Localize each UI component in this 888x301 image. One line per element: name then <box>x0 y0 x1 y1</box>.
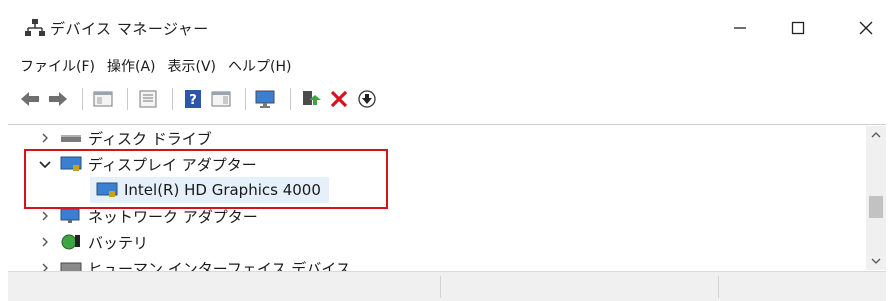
title-bar: デバイス マネージャー <box>0 0 888 52</box>
tree-item-label: ヒューマン インターフェイス デバイス <box>88 259 351 272</box>
toolbar-separator <box>82 88 83 110</box>
close-button[interactable] <box>848 14 884 42</box>
tree-item-human-interface-devices[interactable]: ヒューマン インターフェイス デバイス <box>36 255 351 271</box>
status-divider <box>440 276 441 298</box>
disable-device-icon <box>358 90 376 108</box>
device-manager-icon <box>24 18 46 38</box>
tree-item-disk-drives[interactable]: ディスク ドライブ <box>36 125 212 151</box>
scan-hardware-button[interactable] <box>254 87 278 111</box>
tree-item-batteries[interactable]: バッテリ <box>36 229 148 255</box>
tree-item-label: バッテリ <box>88 233 149 252</box>
chevron-right-icon[interactable] <box>36 207 54 225</box>
svg-text:?: ? <box>189 93 197 108</box>
menu-bar: ファイル(F) 操作(A) 表示(V) ヘルプ(H) <box>0 52 888 80</box>
status-divider <box>718 276 719 298</box>
menu-help[interactable]: ヘルプ(H) <box>228 56 303 76</box>
device-manager-window: デバイス マネージャー ファイル(F) 操作(A) 表示(V) ヘルプ(H) ?… <box>0 0 888 301</box>
minimize-icon <box>734 27 746 29</box>
battery-icon <box>60 233 82 251</box>
toolbar-separator <box>290 88 291 110</box>
tree-item-label: ディスク ドライブ <box>88 129 212 148</box>
chevron-right-icon[interactable] <box>36 129 54 147</box>
menu-view[interactable]: 表示(V) <box>168 56 229 76</box>
properties-icon <box>93 91 113 107</box>
properties-button[interactable] <box>91 87 115 111</box>
minimize-button[interactable] <box>722 14 758 42</box>
window-title: デバイス マネージャー <box>50 20 209 38</box>
disk-drive-icon <box>60 129 82 147</box>
menu-file[interactable]: ファイル(F) <box>20 56 107 76</box>
chevron-right-icon[interactable] <box>36 233 54 251</box>
highlight-annotation-box <box>24 149 388 209</box>
network-adapter-icon <box>60 207 82 225</box>
vertical-scrollbar[interactable] <box>866 126 886 270</box>
scroll-thumb[interactable] <box>869 196 883 218</box>
scan-hardware-icon <box>255 90 275 108</box>
forward-button[interactable] <box>46 87 70 111</box>
toolbar-separator <box>245 88 246 110</box>
scroll-up-icon[interactable] <box>866 126 886 144</box>
show-hide-console-tree-button[interactable] <box>136 87 160 111</box>
show-hide-console-tree-icon <box>139 90 157 108</box>
update-driver-button[interactable] <box>299 87 323 111</box>
uninstall-button[interactable] <box>327 87 351 111</box>
scroll-down-icon[interactable] <box>866 252 886 270</box>
toolbar-separator <box>127 88 128 110</box>
toolbar-separator <box>172 88 173 110</box>
close-icon <box>859 21 873 35</box>
device-tree: ディスク ドライブ ディスプレイ アダプター Intel(R) HD Graph… <box>8 124 886 271</box>
maximize-icon <box>791 21 805 35</box>
action-pane-button[interactable] <box>209 87 233 111</box>
status-bar <box>8 271 886 301</box>
help-icon: ? <box>185 90 201 108</box>
uninstall-icon <box>330 90 348 108</box>
update-driver-icon <box>303 91 321 105</box>
back-arrow-icon <box>21 92 39 106</box>
maximize-button[interactable] <box>780 14 816 42</box>
back-button[interactable] <box>18 87 42 111</box>
help-button[interactable]: ? <box>181 87 205 111</box>
menu-action[interactable]: 操作(A) <box>107 56 168 76</box>
hid-icon <box>60 259 82 271</box>
disable-device-button[interactable] <box>355 87 379 111</box>
chevron-right-icon[interactable] <box>36 259 54 271</box>
toolbar: ? <box>0 82 888 116</box>
action-pane-icon <box>211 91 231 107</box>
forward-arrow-icon <box>49 92 67 106</box>
